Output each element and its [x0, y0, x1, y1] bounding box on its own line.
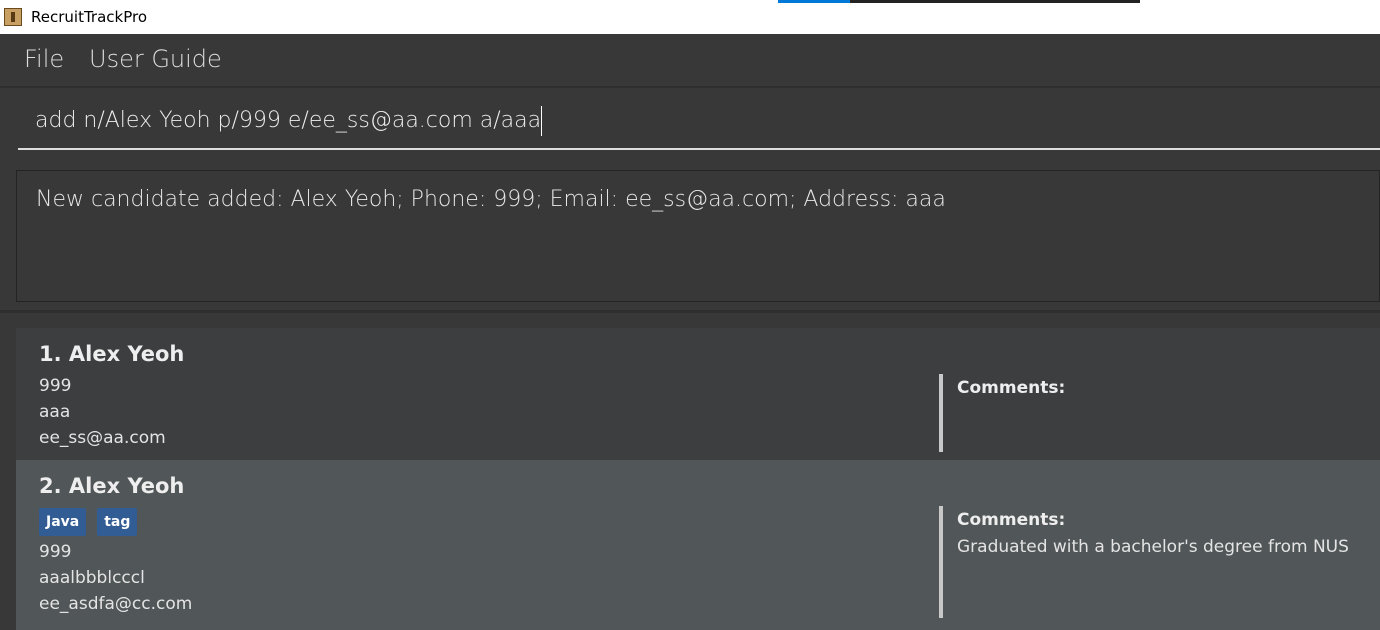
- taskbar-strip-dark: [850, 0, 1140, 3]
- candidate-phone: 999: [39, 376, 72, 396]
- candidate-name: 2. Alex Yeoh: [39, 474, 185, 498]
- candidate-address: aaa: [39, 402, 71, 422]
- result-display: New candidate added: Alex Yeoh; Phone: 9…: [16, 170, 1380, 302]
- candidate-name: 1. Alex Yeoh: [39, 342, 185, 366]
- menu-bar: File User Guide: [0, 34, 1380, 88]
- comments-text: Graduated with a bachelor's degree from …: [957, 537, 1349, 557]
- candidate-card-selected[interactable]: 2. Alex Yeoh Java tag 999 aaalbbblcccl e…: [16, 460, 1380, 630]
- candidate-address: aaalbbblcccl: [39, 568, 145, 588]
- title-bar: RecruitTrackPro: [0, 0, 1380, 34]
- divider: [0, 310, 1380, 313]
- taskbar-strip: [778, 0, 850, 3]
- comments-divider: [939, 506, 943, 618]
- menu-file[interactable]: File: [24, 45, 64, 73]
- comments-label: Comments:: [957, 378, 1066, 398]
- candidate-phone: 999: [39, 542, 72, 562]
- menu-user-guide[interactable]: User Guide: [89, 45, 222, 73]
- command-input[interactable]: add n/Alex Yeoh p/999 e/ee_ss@aa.com a/a…: [18, 100, 1380, 150]
- text-caret: [541, 106, 543, 136]
- candidate-email: ee_ss@aa.com: [39, 428, 166, 448]
- tag-list: Java tag: [39, 508, 138, 536]
- candidate-card[interactable]: 1. Alex Yeoh 999 aaa ee_ss@aa.com Commen…: [16, 328, 1380, 460]
- candidate-list[interactable]: 1. Alex Yeoh 999 aaa ee_ss@aa.com Commen…: [16, 328, 1380, 630]
- command-text[interactable]: add n/Alex Yeoh p/999 e/ee_ss@aa.com a/a…: [35, 108, 541, 133]
- comments-label: Comments:: [957, 510, 1066, 530]
- tag: tag: [97, 508, 138, 536]
- candidate-email: ee_asdfa@cc.com: [39, 594, 193, 614]
- tag: Java: [39, 508, 87, 536]
- window-title: RecruitTrackPro: [31, 8, 147, 26]
- result-text: New candidate added: Alex Yeoh; Phone: 9…: [36, 187, 946, 212]
- comments-divider: [939, 374, 943, 452]
- app-icon: [4, 8, 22, 26]
